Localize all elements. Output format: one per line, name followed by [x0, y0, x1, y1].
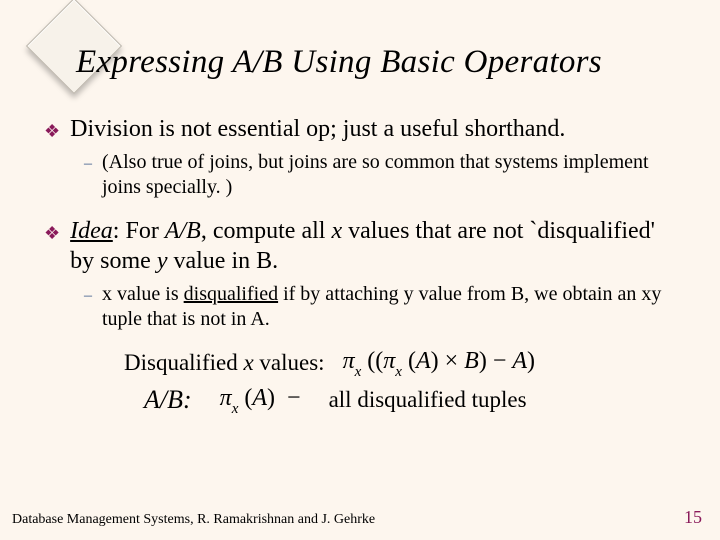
- ab-row: A/B: πx (A) − all disqualified tuples: [144, 385, 684, 416]
- bullet-icon: ❖: [44, 222, 60, 245]
- t: value in B.: [167, 248, 278, 274]
- t: if by attaching: [278, 283, 404, 305]
- y: y: [404, 283, 414, 305]
- A: A: [250, 308, 264, 330]
- footer-citation: Database Management Systems, R. Ramakris…: [12, 512, 375, 528]
- idea-word: Idea: [70, 218, 113, 244]
- x: x: [102, 283, 112, 305]
- dash-icon: –: [84, 286, 92, 306]
- xy: xy: [641, 283, 661, 305]
- bullet-1a: – (Also true of joins, but joins are so …: [84, 150, 684, 200]
- t: .: [265, 308, 270, 330]
- t: , compute all: [201, 218, 332, 244]
- bullet-1: ❖ Division is not essential op; just a u…: [44, 114, 684, 144]
- x: x: [331, 218, 342, 244]
- bullet-2: ❖ Idea: For A/B, compute all x values th…: [44, 216, 684, 276]
- ab-label: A/B:: [144, 385, 192, 415]
- bullet-icon: ❖: [44, 120, 60, 143]
- disqualified-row: Disqualified x values: πx ((πx (A) × B) …: [124, 348, 684, 379]
- bullet-2a-text: x value is disqualified if by attaching …: [102, 282, 684, 332]
- slide-title: Expressing A/B Using Basic Operators: [76, 44, 602, 81]
- bullet-2-text: Idea: For A/B, compute all x values that…: [70, 216, 684, 276]
- t: tuple that is not in: [102, 308, 250, 330]
- t: : For: [113, 218, 165, 244]
- disqualified-label: Disqualified x values:: [124, 350, 325, 376]
- slide: Expressing A/B Using Basic Operators ❖ D…: [0, 0, 720, 540]
- bullet-1a-text: (Also true of joins, but joins are so co…: [102, 150, 684, 200]
- page-number: 15: [684, 507, 702, 528]
- t: value from: [414, 283, 511, 305]
- bullet-1-text: Division is not essential op; just a use…: [70, 114, 565, 144]
- dash-icon: –: [84, 154, 92, 174]
- ab-rhs: all disqualified tuples: [329, 387, 527, 413]
- t: value is: [112, 283, 184, 305]
- disqualified-formula: πx ((πx (A) × B) − A): [343, 348, 535, 379]
- B: B: [511, 283, 524, 305]
- ab: A/B: [165, 218, 201, 244]
- bullet-2a: – x value is disqualified if by attachin…: [84, 282, 684, 332]
- y: y: [157, 248, 168, 274]
- disqualified: disqualified: [184, 283, 278, 305]
- slide-body: ❖ Division is not essential op; just a u…: [44, 114, 684, 416]
- ab-formula-lhs: πx (A) −: [220, 385, 301, 416]
- t: , we obtain an: [524, 283, 641, 305]
